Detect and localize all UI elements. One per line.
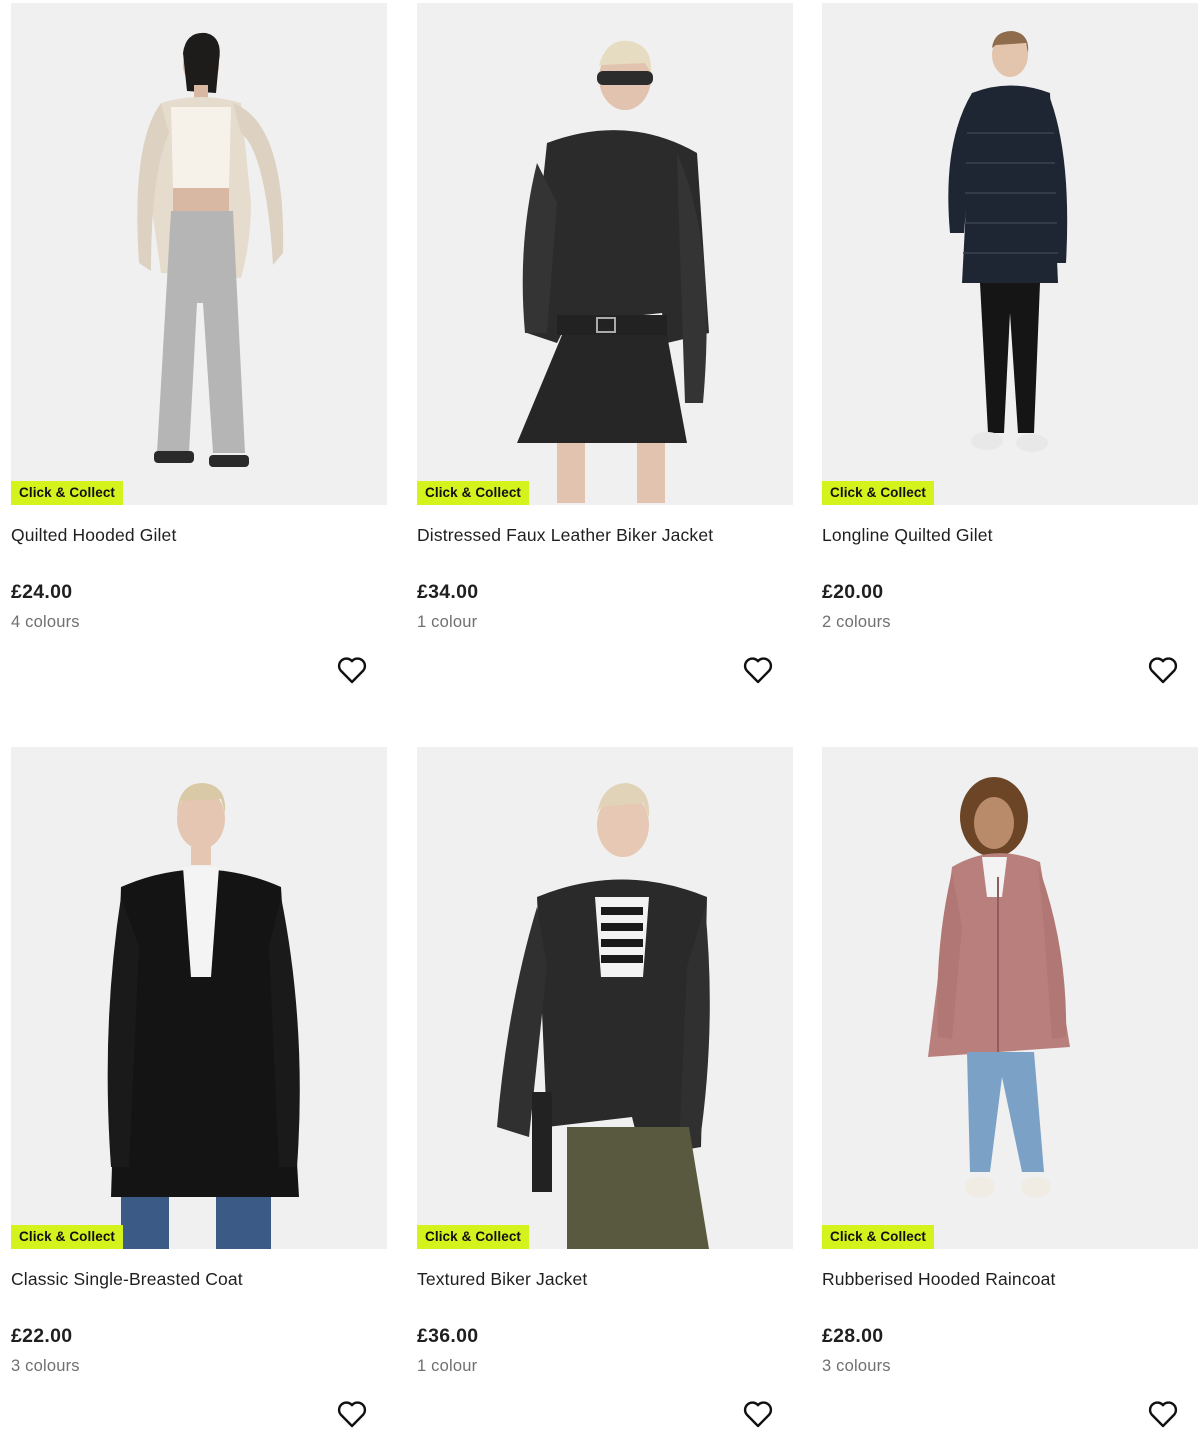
product-image[interactable] (417, 747, 793, 1249)
product-photo-longline-gilet (822, 3, 1198, 505)
product-photo-gilet (11, 3, 387, 505)
heart-outline-icon (337, 657, 367, 684)
product-title[interactable]: Textured Biker Jacket (417, 1269, 587, 1290)
heart-outline-icon (337, 1401, 367, 1428)
product-grid: Click & Collect Quilted Hooded Gilet £24… (0, 0, 1200, 1432)
product-colours: 3 colours (11, 1357, 80, 1375)
product-price: £22.00 (11, 1325, 73, 1347)
product-colours: 1 colour (417, 1357, 478, 1375)
product-photo-hooded-raincoat (822, 747, 1198, 1249)
heart-outline-icon (743, 1401, 773, 1428)
click-collect-badge: Click & Collect (822, 1225, 935, 1249)
product-title[interactable]: Quilted Hooded Gilet (11, 525, 176, 546)
wishlist-button[interactable] (333, 651, 371, 689)
click-collect-badge: Click & Collect (11, 1225, 124, 1249)
product-image[interactable] (11, 747, 387, 1249)
click-collect-badge: Click & Collect (417, 1225, 530, 1249)
product-colours: 1 colour (417, 613, 478, 631)
product-colours: 3 colours (822, 1357, 891, 1375)
product-card[interactable]: Click & Collect Distressed Faux Leather … (417, 3, 793, 703)
product-price: £36.00 (417, 1325, 479, 1347)
product-colours: 2 colours (822, 613, 891, 631)
product-image[interactable] (417, 3, 793, 505)
click-collect-badge: Click & Collect (822, 481, 935, 505)
product-card[interactable]: Click & Collect Classic Single-Breasted … (11, 747, 387, 1432)
product-image[interactable] (822, 3, 1198, 505)
wishlist-button[interactable] (739, 651, 777, 689)
product-image[interactable] (822, 747, 1198, 1249)
product-photo-textured-biker-jacket (417, 747, 793, 1249)
heart-outline-icon (1148, 657, 1178, 684)
click-collect-badge: Click & Collect (417, 481, 530, 505)
wishlist-button[interactable] (1144, 1395, 1182, 1432)
product-card[interactable]: Click & Collect Quilted Hooded Gilet £24… (11, 3, 387, 703)
product-photo-single-breasted-coat (11, 747, 387, 1249)
wishlist-button[interactable] (333, 1395, 371, 1432)
product-title[interactable]: Classic Single-Breasted Coat (11, 1269, 243, 1290)
product-title[interactable]: Longline Quilted Gilet (822, 525, 993, 546)
product-image[interactable] (11, 3, 387, 505)
wishlist-button[interactable] (1144, 651, 1182, 689)
product-photo-biker-jacket (417, 3, 793, 505)
product-card[interactable]: Click & Collect Longline Quilted Gilet £… (822, 3, 1198, 703)
product-price: £20.00 (822, 581, 884, 603)
heart-outline-icon (1148, 1401, 1178, 1428)
wishlist-button[interactable] (739, 1395, 777, 1432)
product-card[interactable]: Click & Collect Textured Biker Jacket £3… (417, 747, 793, 1432)
product-colours: 4 colours (11, 613, 80, 631)
click-collect-badge: Click & Collect (11, 481, 124, 505)
product-title[interactable]: Distressed Faux Leather Biker Jacket (417, 525, 713, 546)
heart-outline-icon (743, 657, 773, 684)
product-card[interactable]: Click & Collect Rubberised Hooded Rainco… (822, 747, 1198, 1432)
product-price: £34.00 (417, 581, 479, 603)
product-price: £24.00 (11, 581, 73, 603)
product-title[interactable]: Rubberised Hooded Raincoat (822, 1269, 1056, 1290)
product-price: £28.00 (822, 1325, 884, 1347)
